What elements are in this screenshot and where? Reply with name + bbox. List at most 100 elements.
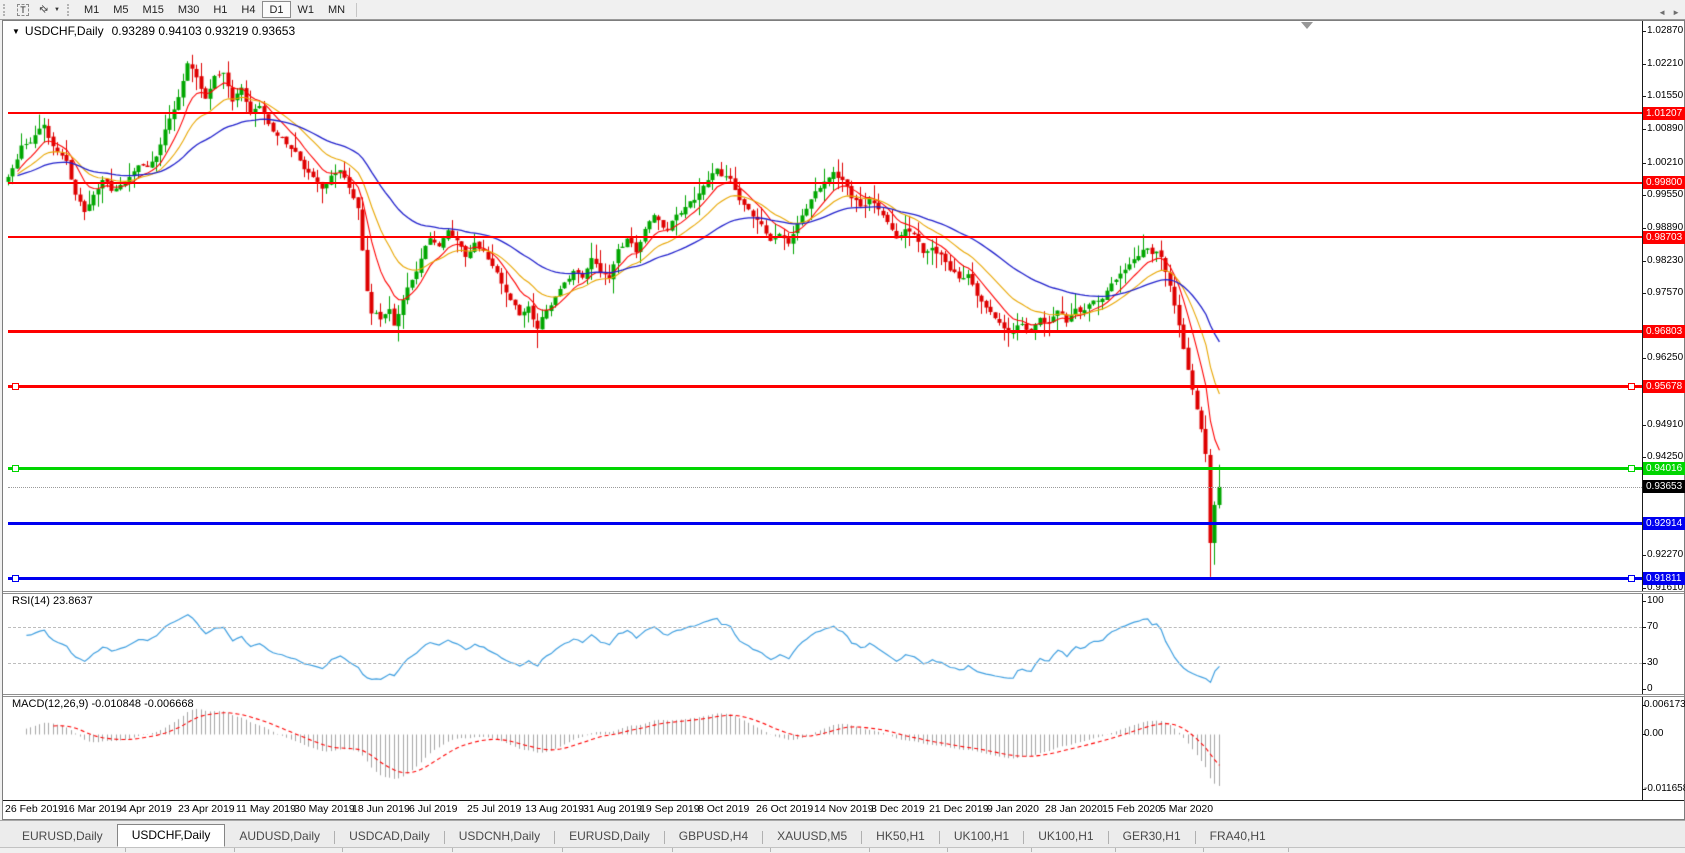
price-tick-label: 1.01550 xyxy=(1647,90,1685,102)
rsi-tick-mark xyxy=(1642,689,1646,690)
chart-tab-ger30-h1[interactable]: GER30,H1 xyxy=(1109,827,1195,846)
chart-tab-eurusd-daily[interactable]: EURUSD,Daily xyxy=(555,827,664,846)
line-drag-handle[interactable] xyxy=(12,465,19,472)
line-drag-handle[interactable] xyxy=(12,383,19,390)
timeframe-button-h4[interactable]: H4 xyxy=(234,2,262,17)
timeframe-button-w1[interactable]: W1 xyxy=(291,2,322,17)
arrange-windows-button[interactable]: ⇄ xyxy=(34,2,52,17)
horizontal-level-line[interactable] xyxy=(8,577,1642,580)
line-drag-handle[interactable] xyxy=(1628,465,1635,472)
rsi-tick-mark xyxy=(1642,601,1646,602)
date-axis-label: 26 Oct 2019 xyxy=(756,803,813,815)
text-tool-button[interactable]: T xyxy=(14,2,32,17)
toolbar-separator xyxy=(356,3,357,17)
toolbar-grip-2[interactable] xyxy=(67,4,72,16)
price-tick-label: 0.98230 xyxy=(1647,255,1685,267)
chart-tab-gbpusd-h4[interactable]: GBPUSD,H4 xyxy=(665,827,762,846)
macd-panel[interactable] xyxy=(8,698,1642,799)
horizontal-level-line[interactable] xyxy=(8,236,1642,238)
timeframe-button-m1[interactable]: M1 xyxy=(77,2,106,17)
horizontal-level-price-label: 0.96803 xyxy=(1643,325,1685,338)
rsi-level-line xyxy=(8,663,1642,664)
tab-scroll-buttons: ◄ ► xyxy=(1658,8,1680,17)
arrange-icon: ⇄ xyxy=(36,3,50,17)
bottom-strip xyxy=(0,847,1685,853)
date-axis-label: 23 Apr 2019 xyxy=(178,803,235,815)
price-tick-mark xyxy=(1642,425,1646,426)
tab-boundary-mark xyxy=(1115,848,1116,852)
horizontal-level-price-label: 0.98703 xyxy=(1643,231,1685,244)
macd-tick-label: 0.006173 xyxy=(1644,699,1685,711)
horizontal-level-price-label: 0.92914 xyxy=(1643,517,1685,530)
timeframe-button-d1[interactable]: D1 xyxy=(262,1,290,18)
price-tick-mark xyxy=(1642,293,1646,294)
symbol-dropdown-icon[interactable]: ▼ xyxy=(12,27,20,36)
price-tick-label: 1.00890 xyxy=(1647,123,1685,135)
price-tick-mark xyxy=(1642,358,1646,359)
horizontal-level-line[interactable] xyxy=(8,182,1642,184)
horizontal-level-line[interactable] xyxy=(8,467,1642,470)
rsi-tick-label: 0 xyxy=(1647,683,1685,695)
chart-tab-audusd-daily[interactable]: AUDUSD,Daily xyxy=(225,827,334,846)
chart-tab-usdchf-daily[interactable]: USDCHF,Daily xyxy=(117,824,226,847)
tab-boundary-mark xyxy=(342,848,343,852)
price-tick-label: 0.97570 xyxy=(1647,287,1685,299)
date-axis-label: 6 Jul 2019 xyxy=(409,803,457,815)
price-tick-mark xyxy=(1642,457,1646,458)
toolbar-grip[interactable] xyxy=(3,4,8,16)
mt4-terminal: { "window": { "collapse_glyph": "▼", "sy… xyxy=(0,0,1685,852)
rsi-macd-splitter[interactable] xyxy=(3,694,1684,697)
macd-tick-label: -0.011658 xyxy=(1644,783,1685,795)
current-price-line xyxy=(8,487,1642,488)
main-price-panel[interactable] xyxy=(8,40,1642,591)
line-drag-handle[interactable] xyxy=(1628,575,1635,582)
tab-scroll-left-icon[interactable]: ◄ xyxy=(1658,8,1666,17)
horizontal-level-line[interactable] xyxy=(8,112,1642,114)
horizontal-level-price-label: 1.01207 xyxy=(1643,107,1685,120)
horizontal-level-line[interactable] xyxy=(8,330,1642,333)
horizontal-level-price-label: 0.94016 xyxy=(1643,462,1685,475)
price-tick-label: 1.00210 xyxy=(1647,157,1685,169)
price-tick-label: 0.99550 xyxy=(1647,189,1685,201)
symbol-period-label: USDCHF,Daily xyxy=(25,24,104,38)
line-drag-handle[interactable] xyxy=(12,575,19,582)
main-rsi-splitter[interactable] xyxy=(3,591,1684,594)
chart-tab-fra40-h1[interactable]: FRA40,H1 xyxy=(1196,827,1280,846)
rsi-panel[interactable] xyxy=(8,594,1642,694)
date-axis-label: 16 Mar 2019 xyxy=(63,803,122,815)
chart-tab-eurusd-daily[interactable]: EURUSD,Daily xyxy=(8,827,117,846)
chevron-down-icon[interactable]: ▼ xyxy=(54,7,60,13)
tab-boundary-mark xyxy=(770,848,771,852)
timeframe-button-mn[interactable]: MN xyxy=(321,2,352,17)
timeframe-button-m30[interactable]: M30 xyxy=(171,2,206,17)
date-axis-label: 13 Aug 2019 xyxy=(525,803,584,815)
line-drag-handle[interactable] xyxy=(1628,383,1635,390)
chart-shift-marker[interactable] xyxy=(1301,22,1313,29)
chart-tab-xauusd-m5[interactable]: XAUUSD,M5 xyxy=(763,827,861,846)
horizontal-level-price-label: 0.99800 xyxy=(1643,176,1685,189)
chart-tab-usdcnh-daily[interactable]: USDCNH,Daily xyxy=(445,827,554,846)
price-tick-mark xyxy=(1642,261,1646,262)
price-tick-mark xyxy=(1642,64,1646,65)
tab-boundary-mark xyxy=(672,848,673,852)
price-axis-line xyxy=(1642,21,1643,800)
timeframe-button-m15[interactable]: M15 xyxy=(136,2,171,17)
chart-tab-usdcad-daily[interactable]: USDCAD,Daily xyxy=(335,827,444,846)
tab-boundary-mark xyxy=(1031,848,1032,852)
horizontal-level-line[interactable] xyxy=(8,522,1642,525)
date-axis-label: 8 Oct 2019 xyxy=(698,803,749,815)
tab-boundary-mark xyxy=(125,848,126,852)
chart-tab-uk100-h1[interactable]: UK100,H1 xyxy=(940,827,1023,846)
date-axis-label: 18 Jun 2019 xyxy=(352,803,410,815)
rsi-tick-label: 100 xyxy=(1647,595,1685,607)
chart-tab-hk50-h1[interactable]: HK50,H1 xyxy=(862,827,939,846)
tab-boundary-mark xyxy=(947,848,948,852)
timeframe-button-h1[interactable]: H1 xyxy=(206,2,234,17)
date-axis-label: 30 May 2019 xyxy=(294,803,355,815)
timeframe-button-m5[interactable]: M5 xyxy=(106,2,135,17)
chart-tab-uk100-h1[interactable]: UK100,H1 xyxy=(1024,827,1107,846)
current-price-label: 0.93653 xyxy=(1643,480,1685,493)
tab-scroll-right-icon[interactable]: ► xyxy=(1672,8,1680,17)
horizontal-level-line[interactable] xyxy=(8,385,1642,388)
price-tick-mark xyxy=(1642,96,1646,97)
